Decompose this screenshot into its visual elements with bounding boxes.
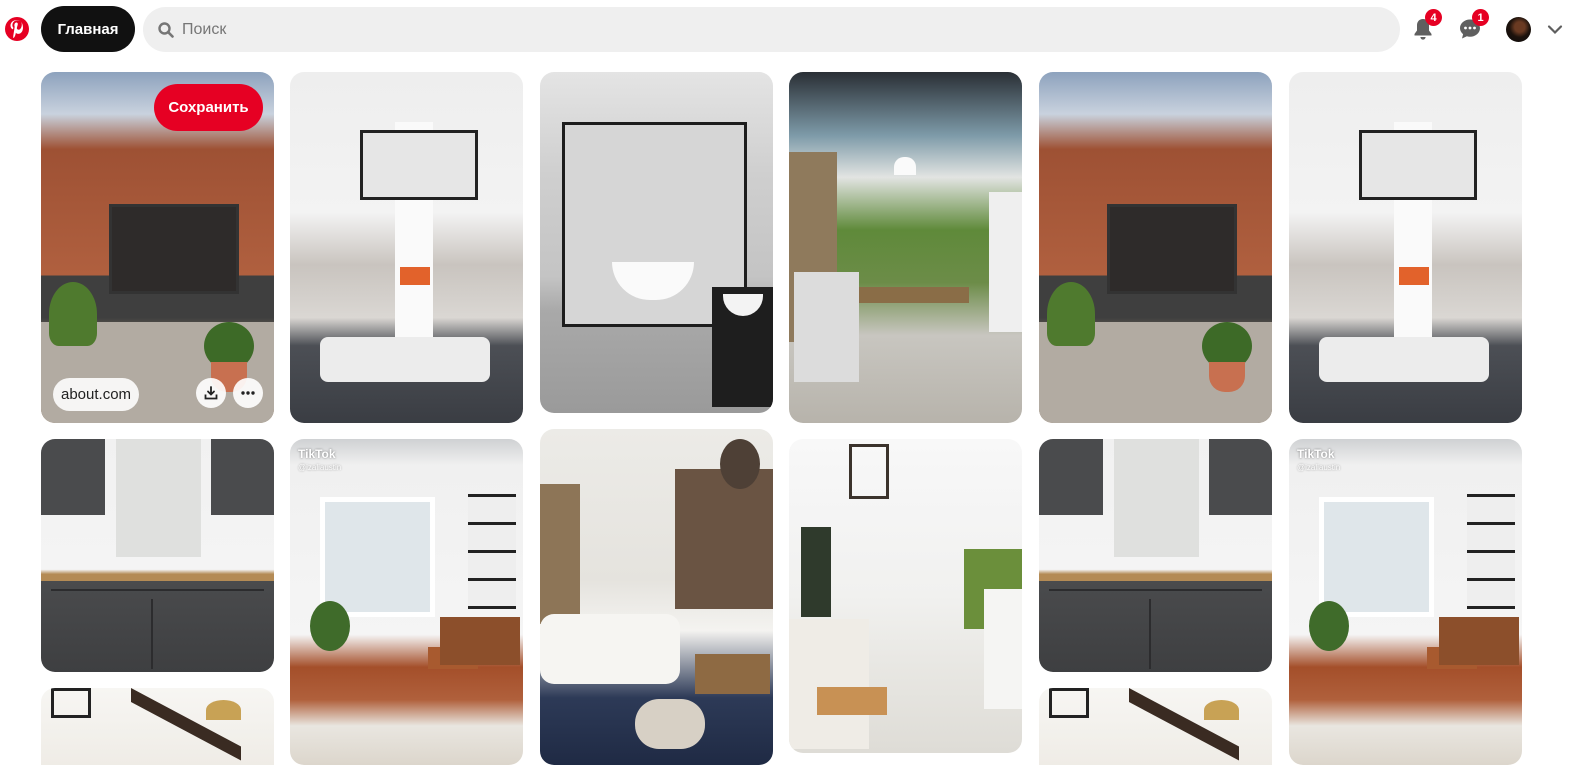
pin-image[interactable] [290, 72, 523, 423]
pin-image[interactable] [1289, 439, 1522, 765]
more-options-button[interactable] [233, 378, 263, 408]
pin-image[interactable] [789, 439, 1022, 753]
pin-card[interactable] [41, 688, 274, 765]
pin-image[interactable] [290, 439, 523, 765]
pin-card[interactable] [789, 72, 1022, 423]
tiktok-watermark: TikTok @izaliaustin [298, 447, 342, 472]
pin-image[interactable] [1039, 688, 1272, 765]
pin-card[interactable] [789, 439, 1022, 753]
pin-image[interactable] [41, 439, 274, 672]
pin-card[interactable] [1039, 439, 1272, 672]
download-icon [204, 386, 218, 400]
pin-image[interactable] [1039, 439, 1272, 672]
pin-card[interactable] [540, 429, 773, 765]
pin-image[interactable] [1289, 72, 1522, 423]
pin-card[interactable] [1039, 72, 1272, 423]
pin-card[interactable] [41, 439, 274, 672]
pin-image[interactable] [1039, 72, 1272, 423]
pin-grid: Сохранить about.com TikTok @izaliaustin … [0, 0, 1583, 765]
save-button[interactable]: Сохранить [154, 84, 263, 131]
pin-image[interactable] [789, 72, 1022, 423]
pin-image[interactable] [41, 688, 274, 765]
pin-card[interactable]: Сохранить about.com [41, 72, 274, 423]
ellipsis-icon [241, 391, 255, 395]
pin-card[interactable] [290, 72, 523, 423]
pin-card[interactable] [1289, 72, 1522, 423]
download-button[interactable] [196, 378, 226, 408]
tiktok-watermark: TikTok @izaliaustin [1297, 447, 1341, 472]
pin-card[interactable] [1039, 688, 1272, 765]
pin-image[interactable] [540, 429, 773, 765]
pin-card[interactable]: TikTok @izaliaustin [1289, 439, 1522, 765]
pin-image[interactable] [540, 72, 773, 413]
pin-card[interactable] [540, 72, 773, 413]
pin-source-link[interactable]: about.com [53, 378, 140, 411]
pin-card[interactable]: TikTok @izaliaustin [290, 439, 523, 765]
